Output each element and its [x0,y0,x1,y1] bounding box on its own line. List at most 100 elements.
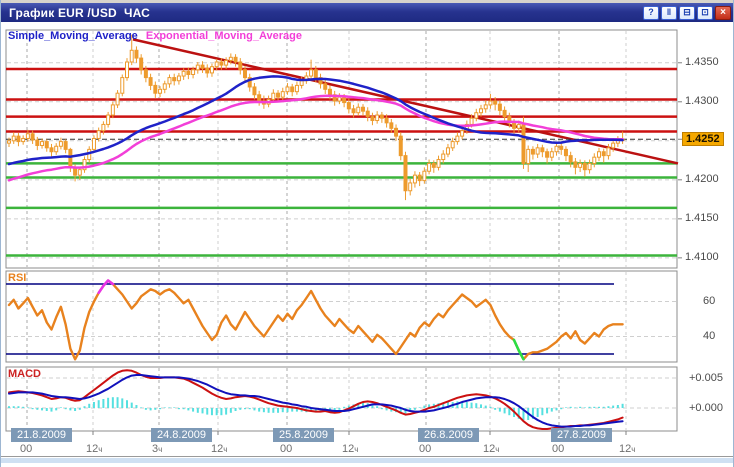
candle-body [210,67,213,73]
candle-body [102,124,105,130]
candle-body [404,156,407,191]
candle-body [546,152,549,157]
candle-body [229,57,232,60]
candle-body [26,134,29,139]
legend-sma-label: Simple_Moving_Average [8,30,138,42]
candle-body [475,113,478,118]
time-label: 12ч [483,443,499,455]
candle-body [121,78,124,94]
candle-body [583,163,586,169]
candle-body [168,78,171,84]
candle-body [437,160,440,168]
window-titlebar[interactable]: График EUR /USD ЧАС ?‖⊟⊡× [1,3,734,22]
candle-body [253,87,256,95]
candle-body [480,109,483,113]
macd-axis-label: +0.005 [689,372,723,384]
candle-body [489,101,492,105]
candle-body [135,50,138,58]
candle-body [324,84,327,89]
candle-body [50,148,53,152]
candle-body [59,142,62,147]
candle-body [272,93,275,99]
candle-body [239,62,242,70]
candle-body [220,62,223,65]
date-label: 21.8.2009 [11,428,72,442]
candle-body [206,68,209,73]
candle-body [343,97,346,102]
minimize-button[interactable]: ⊟ [679,6,695,20]
candle-body [428,163,431,171]
candle-body [116,93,119,105]
close-button[interactable]: × [715,6,731,20]
candle-body [215,62,218,67]
maximize-button[interactable]: ⊡ [697,6,713,20]
candle-body [338,97,341,101]
candle-body [522,124,525,163]
candle-body [92,138,95,149]
candle-body [281,92,284,97]
candle-body [607,148,610,156]
help-button[interactable]: ? [643,6,659,20]
current-price-badge: 1.4252 [682,132,724,146]
candle-body [442,154,445,159]
candle-body [527,149,530,163]
candle-body [390,123,393,128]
candle-body [399,136,402,156]
candle-body [277,93,280,97]
candle-body [78,170,81,175]
chart-canvas[interactable] [1,0,734,467]
candle-body [357,107,360,112]
candle-body [310,70,313,76]
candle-body [347,103,350,109]
candle-body [225,60,228,65]
candle-body [564,149,567,155]
price-axis-label: 1.4100 [685,251,719,263]
candle-body [244,70,247,78]
macd-axis-label: +0.000 [689,402,723,414]
legend-ema-label: Exponential_Moving_Average [146,30,302,42]
candle-body [541,148,544,152]
candle-body [376,115,379,120]
candle-body [380,115,383,118]
candle-body [64,142,67,150]
candle-body [41,142,44,146]
candle-body [494,101,497,104]
time-label: 12ч [342,443,358,455]
bottom-frame-strip [1,458,734,463]
window-title: График EUR /USD ЧАС [1,6,150,20]
candle-body [385,118,388,123]
candle-body [446,148,449,154]
candle-body [423,171,426,180]
rsi-panel-title: RSI [8,272,26,284]
candle-body [598,152,601,157]
candle-body [182,71,185,76]
candle-body [503,110,506,116]
candle-body [569,156,572,162]
candle-body [461,131,464,136]
macd-panel-title: MACD [8,368,41,380]
titlebar-buttons: ?‖⊟⊡× [643,6,734,20]
chart-legend: Simple_Moving_Average Exponential_Moving… [8,30,302,42]
date-label: 24.8.2009 [151,428,212,442]
candle-body [560,146,563,149]
candle-body [498,104,501,110]
candle-body [395,128,398,136]
candle-body [470,118,473,124]
candle-body [291,87,294,92]
candle-body [111,105,114,115]
rsi-axis-label: 40 [703,330,715,342]
candle-body [574,162,577,167]
date-label: 25.8.2009 [273,428,334,442]
candle-body [536,148,539,154]
time-label: 3ч [152,443,162,455]
candle-body [149,78,152,86]
candle-body [612,143,615,148]
date-label: 27.8.2009 [551,428,612,442]
candle-body [432,163,435,167]
candle-body [451,142,454,148]
date-label: 26.8.2009 [418,428,479,442]
pause-button[interactable]: ‖ [661,6,677,20]
price-axis-label: 1.4300 [685,95,719,107]
candle-body [144,70,147,78]
candle-body [418,175,421,180]
